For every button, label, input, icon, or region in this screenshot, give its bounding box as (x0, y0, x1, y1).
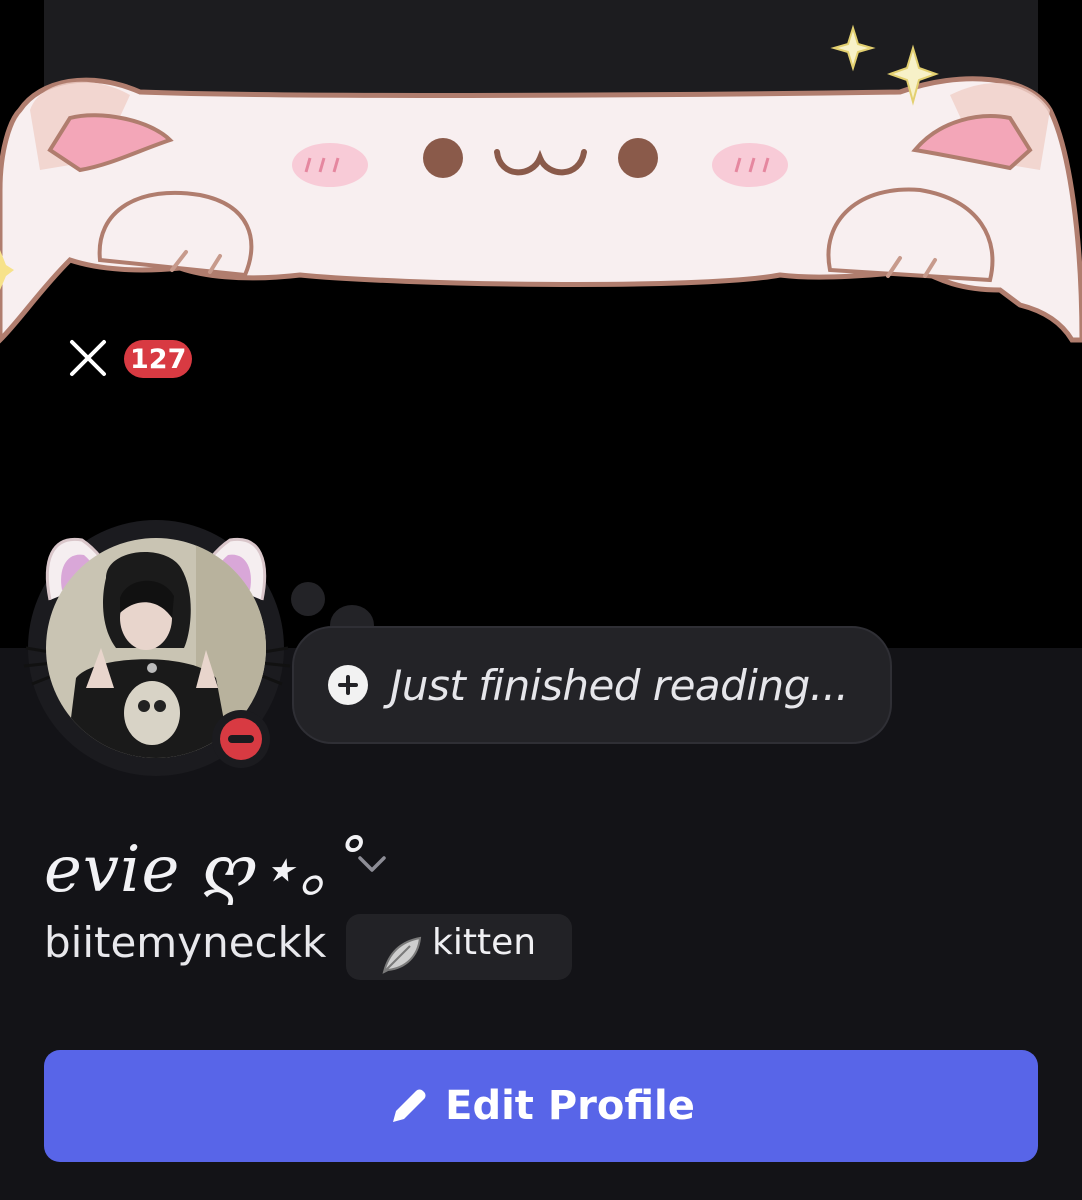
feather-icon (382, 936, 422, 974)
custom-status-bubble[interactable]: Just finished reading... (292, 626, 892, 744)
chevron-down-icon[interactable] (356, 852, 388, 876)
plus-icon (328, 665, 368, 705)
server-tag-label: kitten (432, 922, 537, 963)
username: biitemyneckk (44, 918, 327, 967)
avatar[interactable] (22, 520, 292, 780)
dnd-status-icon (212, 710, 270, 768)
server-tag[interactable]: kitten (346, 914, 572, 980)
edit-profile-label: Edit Profile (445, 1083, 695, 1129)
notification-badge: 127 (124, 340, 193, 378)
thought-bubble-dot (291, 582, 325, 616)
display-name: evie ღ⋆｡˚ (44, 833, 366, 907)
pencil-icon (393, 1089, 426, 1122)
close-button[interactable] (64, 334, 112, 382)
cat-banner-decoration (0, 24, 1082, 344)
edit-profile-button[interactable]: Edit Profile (44, 1050, 1038, 1162)
status-text: Just finished reading... (390, 660, 849, 710)
close-icon (70, 340, 106, 376)
